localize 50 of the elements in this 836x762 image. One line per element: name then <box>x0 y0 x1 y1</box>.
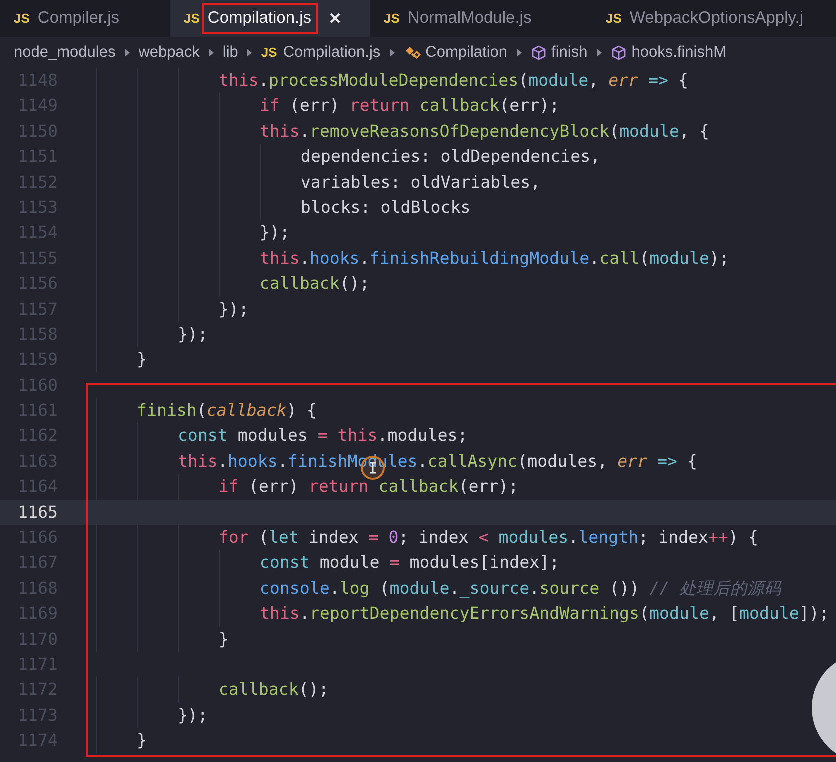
chevron-right-icon <box>208 48 215 58</box>
js-file-icon: JS <box>261 42 278 62</box>
class-icon <box>404 44 422 60</box>
cube-icon <box>530 44 547 60</box>
code-line: } <box>96 626 229 652</box>
code-line: variables: oldVariables, <box>96 170 541 195</box>
code-line: } <box>96 347 147 373</box>
code-line: console.log (module._source.source ()) // 处理后的源码 <box>96 576 782 602</box>
cube-icon <box>610 44 627 60</box>
chevron-right-icon <box>246 48 254 58</box>
code-line: this.processModuleDependencies(module, err => { <box>96 68 689 94</box>
code-line: }); <box>96 296 249 322</box>
code-line: const module = modules[index]; <box>96 550 560 576</box>
breadcrumb-item[interactable]: lib <box>222 40 238 64</box>
breadcrumb-item[interactable]: Compilation.js <box>283 40 381 64</box>
close-icon[interactable]: × <box>330 4 342 34</box>
chevron-right-icon <box>124 48 131 58</box>
breadcrumb-item[interactable]: webpack <box>138 40 200 64</box>
code-line: this.reportDependencyErrorsAndWarnings(module, [module]); <box>96 601 830 627</box>
js-file-icon: JS <box>606 8 622 28</box>
tab-title: NormalModule.js <box>408 8 532 30</box>
code-line: blocks: oldBlocks <box>96 194 471 220</box>
code-line: callback(); <box>96 271 370 297</box>
code-line: this.removeReasonsOfDependencyBlock(module, { <box>96 118 710 144</box>
breadcrumb-item[interactable]: hooks.finishM <box>632 40 726 64</box>
code-line: const modules = this.modules; <box>96 423 468 449</box>
chevron-right-icon <box>388 48 396 58</box>
code-line: this.hooks.finishRebuildingModule.call(module); <box>96 246 730 272</box>
chevron-right-icon <box>596 48 603 58</box>
code-line: finish(callback) { <box>96 398 317 424</box>
tab-title: Compilation.js <box>208 8 312 30</box>
code-line: }); <box>96 322 208 348</box>
code-line: }); <box>96 220 290 246</box>
js-file-icon: JS <box>384 8 400 28</box>
chevron-right-icon <box>516 48 523 58</box>
breadcrumb-item[interactable]: Compilation <box>426 40 508 64</box>
code-line: } <box>96 728 147 754</box>
code-line: if (err) return callback(err); <box>96 93 560 119</box>
tab-title: Compiler.js <box>38 8 120 30</box>
breadcrumb-item[interactable]: node_modules <box>14 40 116 64</box>
editor-tab[interactable]: JS Compilation.js × <box>170 0 370 37</box>
tab-title: WebpackOptionsApply.j <box>630 8 804 30</box>
breadcrumb-item[interactable]: finish <box>552 40 588 64</box>
code-line: dependencies: oldDependencies, <box>96 144 601 170</box>
js-file-icon: JS <box>14 8 30 28</box>
code-line: }); <box>96 702 208 728</box>
js-file-icon: JS <box>184 8 200 28</box>
code-line: callback(); <box>96 677 329 703</box>
code-line: for (let index = 0; index < modules.length; index++) { <box>96 525 759 550</box>
line-number: 1165 <box>17 502 58 524</box>
